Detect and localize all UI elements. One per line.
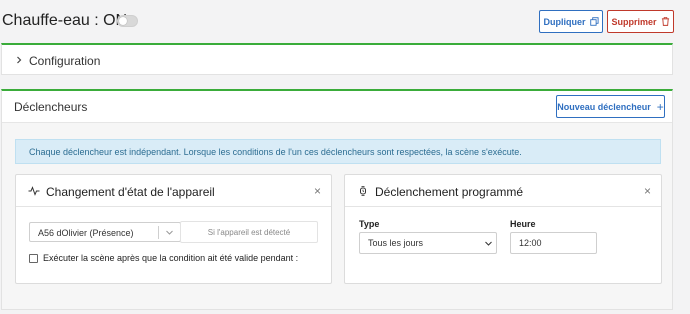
watch-icon xyxy=(360,186,366,196)
triggers-panel: Déclencheurs Nouveau déclencheur + Chaqu… xyxy=(1,89,673,310)
triggers-header: Déclencheurs Nouveau déclencheur + xyxy=(2,91,672,123)
info-alert: Chaque déclencheur est indépendant. Lors… xyxy=(15,139,661,164)
triggers-title: Déclencheurs xyxy=(14,100,88,114)
close-icon[interactable]: × xyxy=(644,184,651,198)
type-select[interactable]: Tous les jours xyxy=(359,232,497,254)
copy-icon xyxy=(589,17,599,26)
duplicate-label: Dupliquer xyxy=(543,16,586,27)
device-select[interactable]: A56 dOlivier (Présence) xyxy=(29,222,181,242)
delete-label: Supprimer xyxy=(611,16,657,27)
select-separator xyxy=(158,226,159,239)
toggle-knob xyxy=(119,17,127,25)
activity-icon xyxy=(28,186,40,196)
chevron-down-icon xyxy=(485,241,492,246)
card-header: Déclenchement programmé × xyxy=(345,175,661,207)
scheduled-trigger-card: Déclenchement programmé × Type Heure Tou… xyxy=(344,174,662,284)
plus-icon: + xyxy=(656,99,664,114)
device-select-value: A56 dOlivier (Présence) xyxy=(38,228,134,238)
scene-header: Chauffe-eau : ON Dupliquer Supprimer xyxy=(0,0,690,40)
trash-icon xyxy=(661,17,669,26)
detect-condition-button[interactable]: Si l'appareil est détecté xyxy=(180,221,318,243)
exec-delay-row: Exécuter la scène après que la condition… xyxy=(29,253,298,263)
chevron-down-icon xyxy=(166,230,173,235)
configuration-label: Configuration xyxy=(29,54,101,68)
new-trigger-button[interactable]: Nouveau déclencheur + xyxy=(556,95,665,118)
scene-toggle[interactable] xyxy=(117,15,138,27)
device-state-trigger-card: Changement d'état de l'appareil × A56 dO… xyxy=(15,174,332,284)
delete-button[interactable]: Supprimer xyxy=(607,10,674,33)
type-select-value: Tous les jours xyxy=(368,238,424,248)
exec-delay-label: Exécuter la scène après que la condition… xyxy=(43,253,299,263)
duplicate-button[interactable]: Dupliquer xyxy=(539,10,603,33)
time-input[interactable]: 12:00 xyxy=(510,232,597,254)
configuration-panel[interactable]: Configuration xyxy=(1,43,673,75)
exec-delay-checkbox[interactable] xyxy=(29,253,38,263)
time-label: Heure xyxy=(510,219,536,229)
type-label: Type xyxy=(359,219,380,229)
card-header: Changement d'état de l'appareil × xyxy=(16,175,331,207)
card-title: Déclenchement programmé xyxy=(375,185,524,199)
new-trigger-label: Nouveau déclencheur xyxy=(557,101,651,112)
close-icon[interactable]: × xyxy=(314,184,321,198)
card-title: Changement d'état de l'appareil xyxy=(46,185,215,199)
chevron-right-icon xyxy=(17,56,22,64)
scene-title: Chauffe-eau : ON xyxy=(2,12,128,29)
